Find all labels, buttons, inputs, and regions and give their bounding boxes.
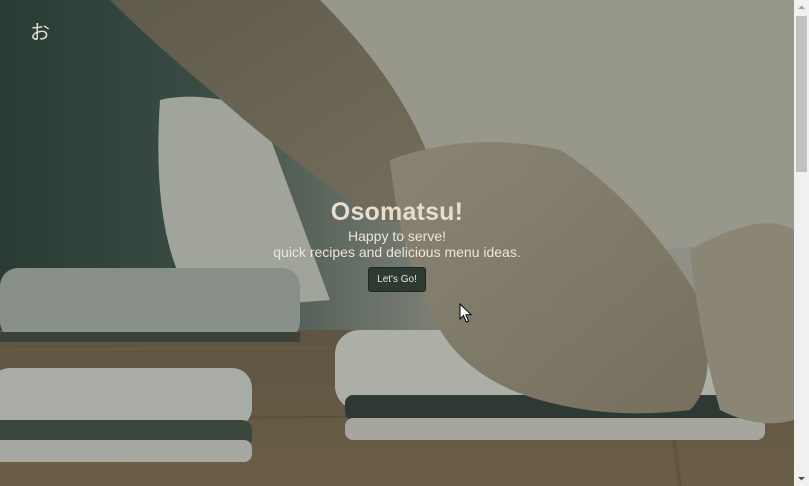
hero-content: Osomatsu! Happy to serve! quick recipes …	[0, 196, 794, 292]
vertical-scrollbar[interactable]	[794, 0, 809, 486]
hero-tagline-line-2: quick recipes and delicious menu ideas.	[273, 244, 521, 260]
lets-go-button[interactable]: Let's Go!	[368, 267, 426, 292]
hero-title: Osomatsu!	[330, 198, 464, 226]
mouse-pointer-icon	[459, 302, 473, 329]
chevron-up-icon[interactable]	[794, 0, 809, 15]
site-logo[interactable]: お	[30, 16, 50, 45]
hero-tagline-line-1: Happy to serve!	[347, 228, 447, 244]
page: お Osomatsu! Happy to serve! quick recipe…	[0, 0, 809, 486]
scrollbar-thumb[interactable]	[796, 16, 807, 172]
chevron-down-icon[interactable]	[794, 471, 809, 486]
